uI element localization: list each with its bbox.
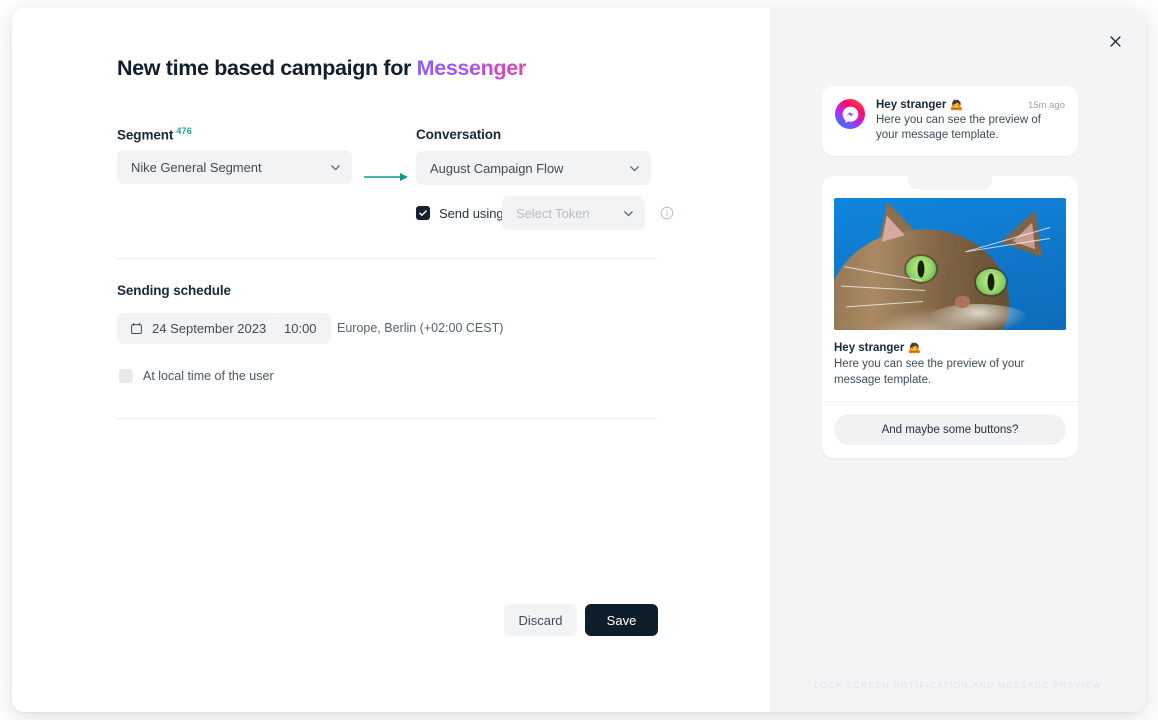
segment-label-text: Segment	[117, 127, 174, 143]
message-cta-button[interactable]: And maybe some buttons?	[834, 414, 1066, 445]
card-notch	[908, 176, 992, 190]
message-body: Here you can see the preview of your mes…	[834, 358, 1025, 386]
person-emoji: 🙇	[907, 342, 922, 354]
cat-muzzle	[926, 303, 1029, 330]
info-icon[interactable]	[660, 206, 674, 220]
notification-title: Hey stranger 🙇	[876, 99, 964, 111]
local-time-label: At local time of the user	[143, 369, 274, 383]
app-root: New time based campaign for Messenger Se…	[0, 0, 1158, 720]
token-select-placeholder: Select Token	[516, 205, 590, 221]
cat-eye-right	[975, 269, 1006, 296]
time-value: 10:00	[284, 321, 317, 336]
segment-select-value: Nike General Segment	[131, 159, 262, 175]
card-notch-area	[822, 176, 1078, 198]
sending-schedule-label: Sending schedule	[117, 283, 231, 298]
conversation-select[interactable]: August Campaign Flow	[416, 151, 651, 185]
save-button[interactable]: Save	[585, 604, 658, 636]
person-emoji: 🙇	[949, 99, 964, 111]
close-icon[interactable]	[1104, 30, 1126, 52]
message-text-block: Hey stranger 🙇 Here you can see the prev…	[822, 330, 1078, 402]
time-picker[interactable]: 10:00	[270, 313, 331, 344]
messenger-logo-icon	[835, 99, 865, 129]
preview-caption: Lock screen notification and message pre…	[814, 680, 1102, 690]
chevron-down-icon	[622, 207, 635, 220]
notification-body: Hey stranger 🙇 15m ago Here you can see …	[876, 98, 1065, 143]
page-title-prefix: New time based campaign for	[117, 56, 417, 80]
send-using-label: Send using	[439, 205, 504, 221]
section-divider	[117, 258, 658, 259]
date-value: 24 September 2023	[152, 321, 267, 336]
chevron-down-icon	[628, 162, 641, 175]
preview-pane: Hey stranger 🙇 15m ago Here you can see …	[770, 8, 1146, 712]
notification-header: Hey stranger 🙇 15m ago	[876, 98, 1065, 111]
page-title: New time based campaign for Messenger	[117, 56, 526, 81]
section-divider	[117, 418, 658, 419]
calendar-icon	[130, 322, 143, 335]
send-using-row: Send using	[416, 196, 504, 230]
date-picker[interactable]: 24 September 2023	[117, 313, 280, 344]
notification-timestamp: 15m ago	[1028, 100, 1065, 111]
segment-label: Segment 476	[117, 126, 192, 143]
message-title: Hey stranger 🙇	[834, 342, 922, 354]
form-pane: New time based campaign for Messenger Se…	[12, 8, 770, 712]
page-title-channel: Messenger	[416, 56, 527, 80]
token-select[interactable]: Select Token	[502, 196, 645, 230]
message-preview-card: Hey stranger 🙇 Here you can see the prev…	[822, 176, 1078, 458]
notification-card: Hey stranger 🙇 15m ago Here you can see …	[822, 86, 1078, 156]
chevron-down-icon	[329, 161, 342, 174]
local-time-row: At local time of the user	[119, 366, 274, 386]
timezone-text: Europe, Berlin (+02:00 CEST)	[337, 321, 504, 335]
conversation-label: Conversation	[416, 127, 502, 142]
discard-button[interactable]: Discard	[504, 604, 577, 636]
send-using-checkbox[interactable]	[416, 206, 430, 220]
segment-select[interactable]: Nike General Segment	[117, 150, 352, 184]
conversation-select-value: August Campaign Flow	[430, 160, 564, 176]
notification-text: Here you can see the preview of your mes…	[876, 114, 1041, 141]
campaign-modal: New time based campaign for Messenger Se…	[12, 8, 1146, 712]
cat-photo	[834, 198, 1066, 330]
message-button-wrap: And maybe some buttons?	[822, 402, 1078, 458]
arrow-right-icon	[364, 171, 408, 183]
local-time-checkbox[interactable]	[119, 369, 133, 383]
segment-count-badge: 476	[176, 126, 192, 136]
